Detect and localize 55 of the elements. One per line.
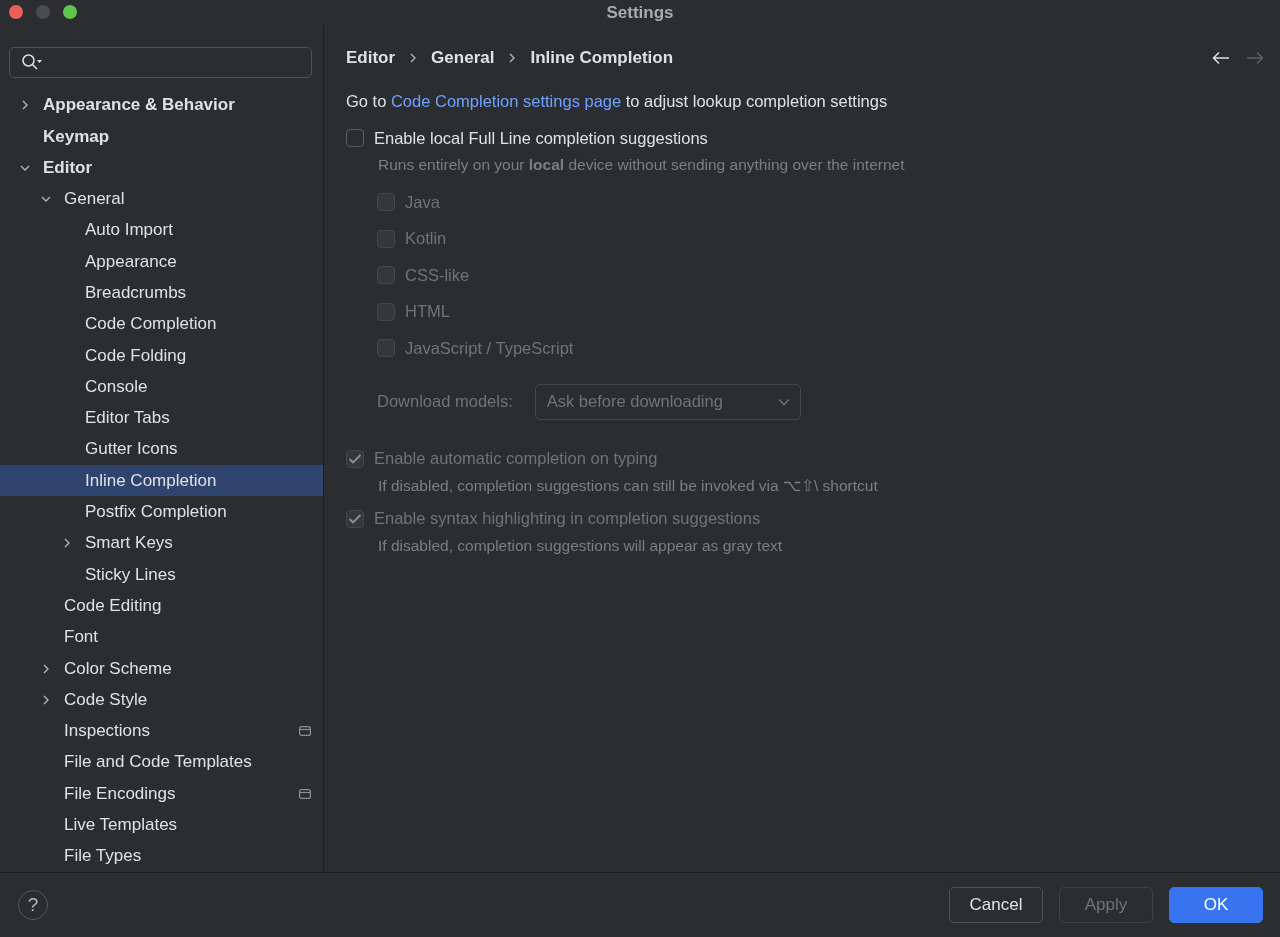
tree-item[interactable]: Gutter Icons bbox=[0, 433, 323, 466]
tree-item[interactable]: Code Folding bbox=[0, 339, 323, 372]
zoom-window-button[interactable] bbox=[63, 5, 77, 19]
tree-item[interactable]: File Types bbox=[0, 840, 323, 872]
tree-item[interactable]: File Encodings bbox=[0, 778, 323, 810]
tree-item[interactable]: Postfix Completion bbox=[0, 496, 323, 528]
tree-item[interactable]: Font bbox=[0, 621, 323, 653]
tree-item[interactable]: Console bbox=[0, 371, 323, 403]
tree-item[interactable]: Inline Completion bbox=[0, 465, 323, 497]
chevron-icon bbox=[777, 397, 790, 406]
tree-item[interactable]: Inspections bbox=[0, 715, 323, 747]
checkbox-label: Kotlin bbox=[405, 229, 447, 249]
tree-item[interactable]: File and Code Templates bbox=[0, 746, 323, 779]
tree-item[interactable]: Sticky Lines bbox=[0, 559, 323, 591]
tree-item[interactable]: General bbox=[0, 183, 323, 215]
checkbox-label: Enable automatic completion on typing bbox=[374, 449, 658, 469]
tree-item[interactable]: Code Completion bbox=[0, 308, 323, 340]
window-title: Settings bbox=[606, 2, 674, 23]
checkbox-label: Enable local Full Line completion suggestions bbox=[374, 128, 708, 148]
search-field[interactable] bbox=[9, 47, 312, 78]
tree-item[interactable]: Appearance bbox=[0, 246, 323, 278]
ok-button[interactable]: OK bbox=[1169, 887, 1263, 923]
description-text: Runs entirely on your local device without sending anything over the internet bbox=[378, 155, 906, 175]
checkbox-label: CSS-like bbox=[405, 265, 470, 285]
close-window-button[interactable] bbox=[9, 5, 23, 19]
tree-item[interactable]: Appearance & Behavior bbox=[0, 89, 323, 121]
tree-item[interactable]: Code Style bbox=[0, 684, 323, 716]
breadcrumb: General bbox=[431, 48, 495, 68]
tree-item[interactable]: Smart Keys bbox=[0, 527, 323, 560]
breadcrumb: Editor bbox=[346, 48, 396, 68]
settings-link[interactable]: Code Completion settings page bbox=[390, 92, 622, 110]
tree-item[interactable]: Editor bbox=[0, 152, 323, 184]
checkbox-label: Enable syntax highlighting in completion suggestions bbox=[374, 509, 761, 529]
back-arrow-icon[interactable] bbox=[1212, 51, 1230, 65]
tree-item[interactable]: Auto Import bbox=[0, 214, 323, 247]
dialog-button[interactable]: Cancel bbox=[949, 887, 1043, 923]
intro-text: Go to Code Completion settings page to adjust lookup completion settings bbox=[346, 91, 889, 112]
tree-item[interactable]: Breadcrumbs bbox=[0, 277, 323, 309]
checkbox[interactable] bbox=[346, 129, 364, 147]
tree-item[interactable]: Code Editing bbox=[0, 590, 323, 622]
tree-item[interactable]: Live Templates bbox=[0, 809, 323, 841]
tree-item[interactable]: Editor Tabs bbox=[0, 402, 323, 434]
tree-item[interactable]: Keymap bbox=[0, 120, 323, 153]
description-text: If disabled, completion suggestions can still be invoked via ⌥⇧\ shortcut bbox=[378, 475, 879, 496]
chevron-icon bbox=[508, 53, 517, 63]
checkbox-label: JavaScript / TypeScript bbox=[405, 338, 574, 358]
chevron-icon bbox=[409, 53, 418, 63]
checkbox-label: Java bbox=[405, 192, 440, 212]
search-icon bbox=[21, 53, 43, 72]
description-text: If disabled, completion suggestions will appear as gray text bbox=[378, 535, 784, 556]
checkbox-label: HTML bbox=[405, 302, 450, 322]
tree-item[interactable]: Color Scheme bbox=[0, 652, 323, 685]
dropdown-label: Download models: bbox=[377, 392, 513, 412]
minimize-window-button[interactable] bbox=[36, 5, 50, 19]
breadcrumb: Inline Completion bbox=[530, 48, 674, 68]
